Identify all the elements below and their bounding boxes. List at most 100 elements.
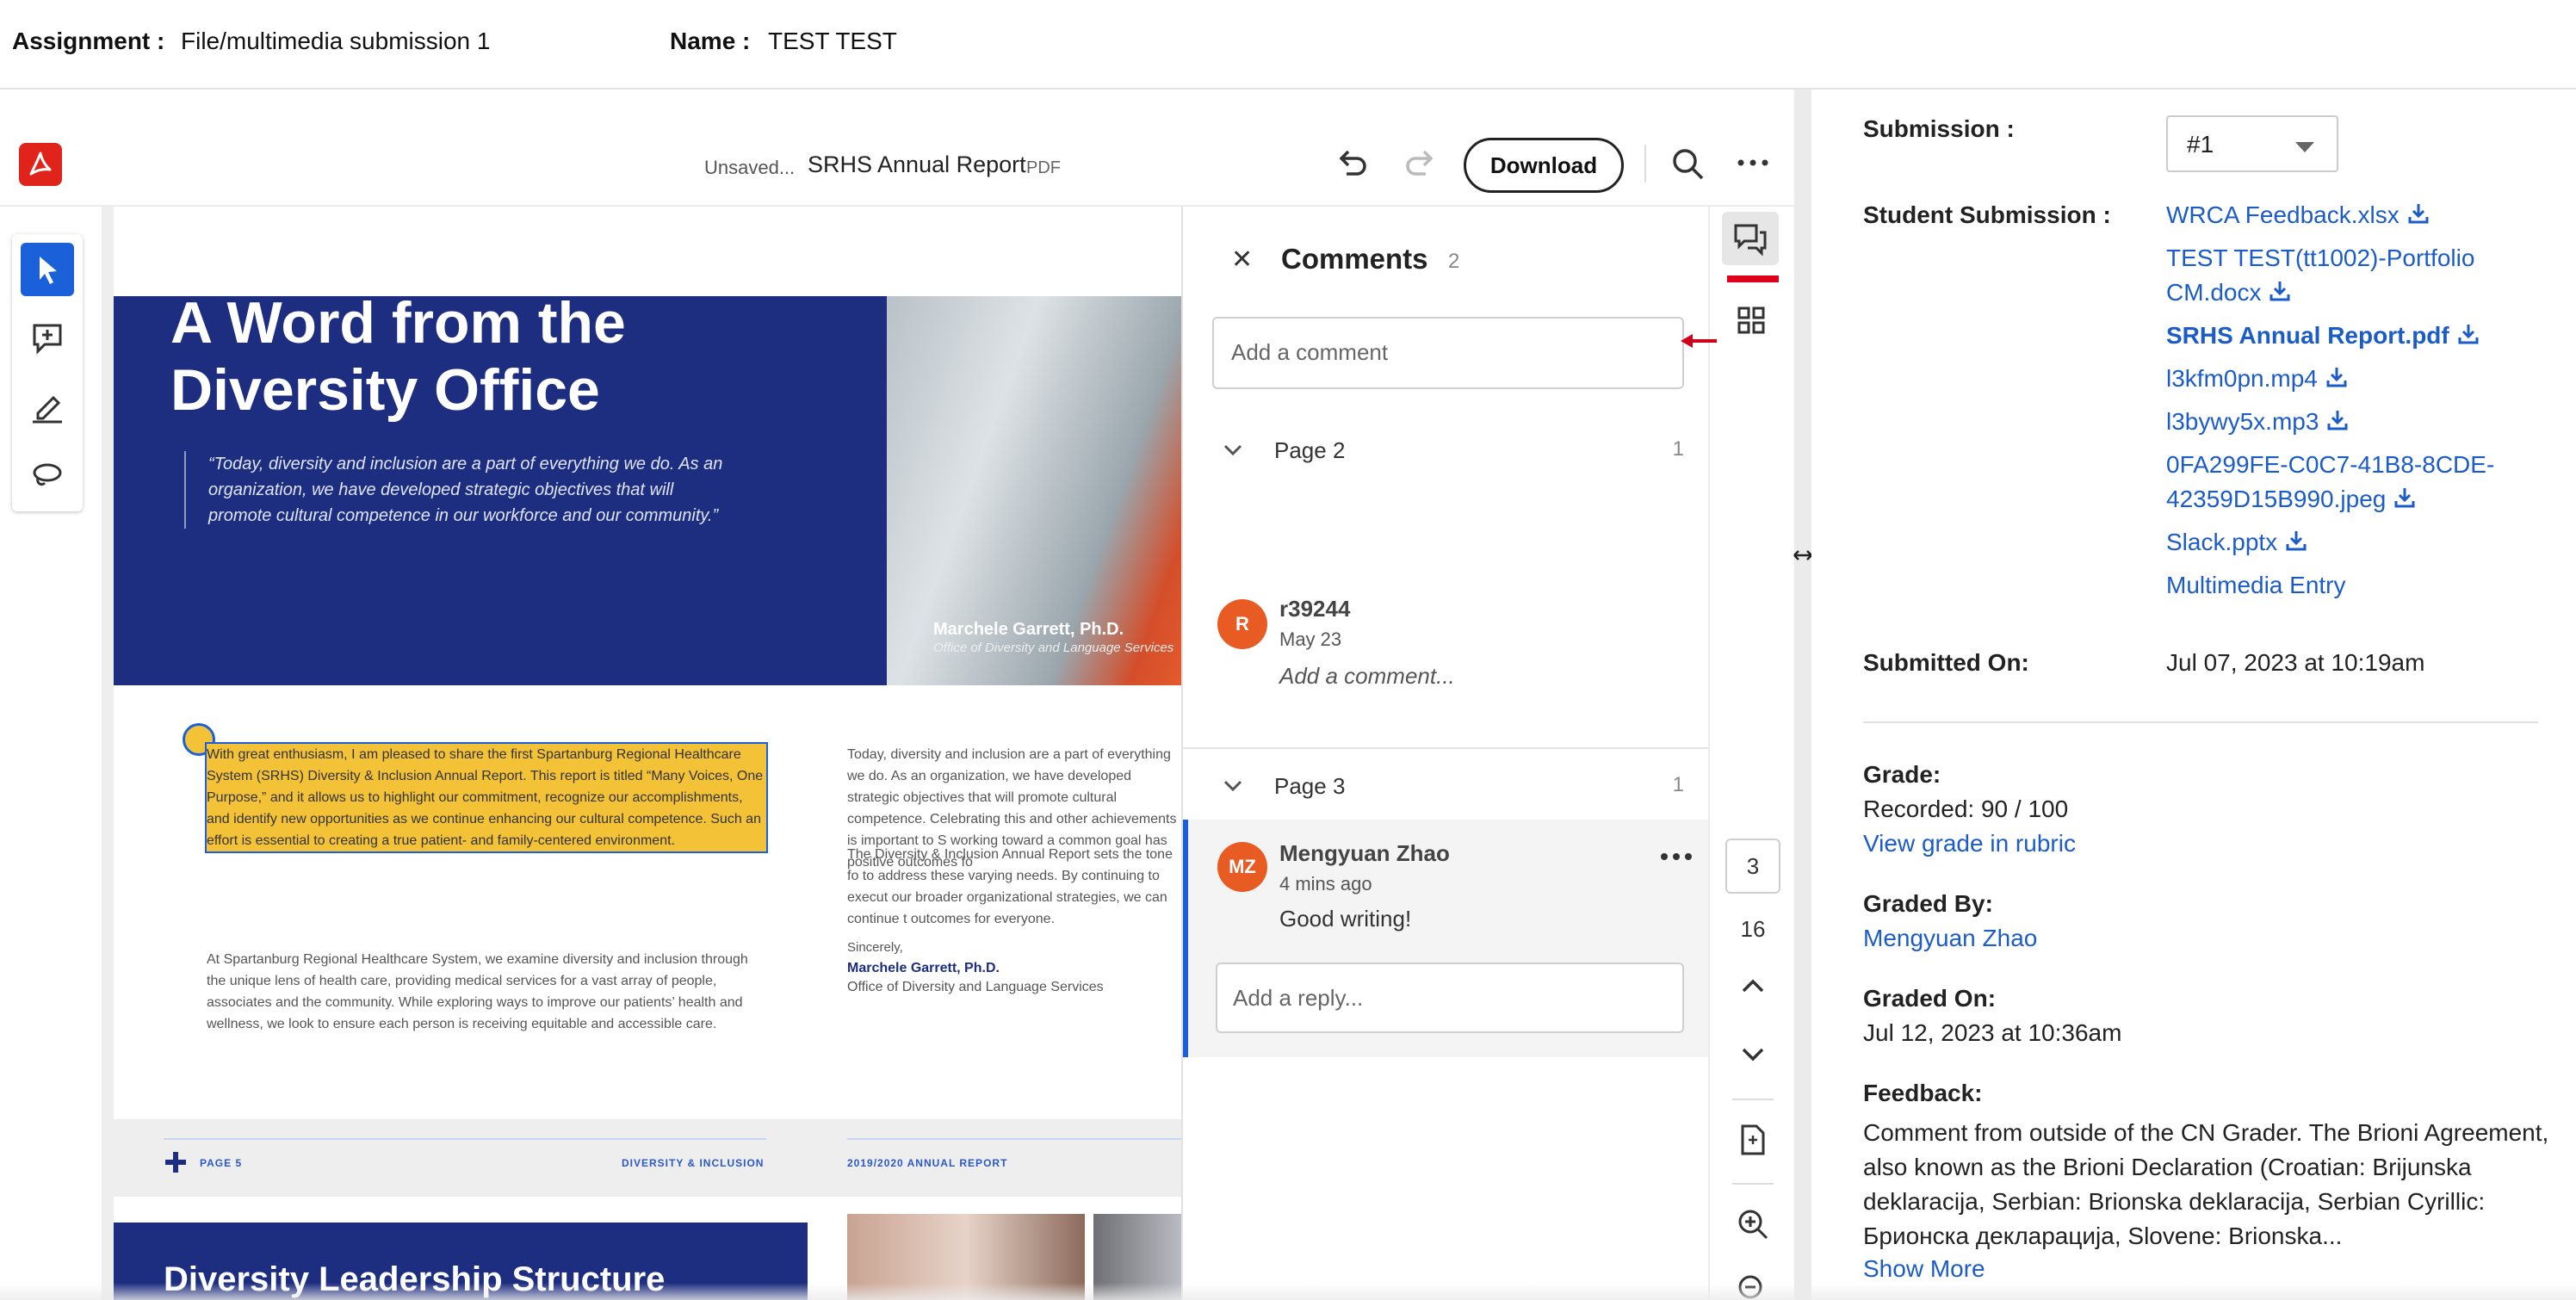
right-paragraph-2: The Diversity & Inclusion Annual Report … [847,847,1173,926]
comment-text: Good writing! [1279,906,1412,932]
comment-more-icon[interactable] [1660,851,1693,866]
download-icon[interactable] [2406,201,2430,232]
comments-title: Comments [1281,243,1428,275]
acrobat-icon [19,143,62,186]
left-paragraph: At Spartanburg Regional Healthcare Syste… [207,952,748,1031]
submission-select-value: #1 [2187,131,2214,158]
group-page-3-header[interactable]: Page 3 1 [1183,756,1710,816]
file-link-continued[interactable]: CM.docx [2166,279,2292,309]
submission-select[interactable]: #1 [2166,115,2338,172]
comment-author: Mengyuan Zhao [1279,840,1450,866]
multimedia-entry-link[interactable]: Multimedia Entry [2166,572,2346,599]
download-button[interactable]: Download [1464,138,1624,193]
download-icon[interactable] [2268,279,2292,309]
bottom-shadow [0,1283,2576,1300]
comment-reply-prompt[interactable]: Add a comment... [1279,663,1455,690]
pdf-viewer: Unsaved... SRHS Annual Report PDF Downlo… [0,90,1794,1300]
footer-rule-right [847,1138,1181,1140]
download-icon[interactable] [2284,529,2308,559]
avatar: R [1217,599,1267,649]
download-icon[interactable] [2325,408,2350,438]
logo-cross-icon [164,1150,188,1174]
file-link[interactable]: TEST TEST(tt1002)-Portfolio [2166,245,2474,272]
submitted-on-label: Submitted On: [1863,649,2029,676]
active-tab-indicator [1727,275,1779,282]
grader-link[interactable]: Mengyuan Zhao [1863,925,2037,952]
assignment-label: Assignment : [12,28,165,54]
grade-label: Grade: [1863,761,1941,788]
chevron-down-icon [1223,439,1243,463]
download-icon[interactable] [2456,322,2480,352]
redo-icon[interactable] [1402,145,1440,187]
document-title: SRHS Annual Report [808,152,1026,177]
file-link[interactable]: l3bywy5x.mp3 [2166,408,2350,438]
page-fit-icon[interactable] [1734,1121,1772,1163]
student-submission-label: Student Submission : [1863,201,2111,228]
arrow-left-icon [1679,332,1718,354]
toolbar-divider [1644,145,1646,183]
file-link[interactable]: WRCA Feedback.xlsx [2166,201,2430,232]
feedback-label: Feedback: [1863,1080,1983,1106]
add-comment-input[interactable]: Add a comment [1212,317,1684,389]
document-type: PDF [1026,158,1061,177]
close-comments-icon[interactable]: ✕ [1231,245,1253,275]
undo-icon[interactable] [1333,145,1371,187]
file-link[interactable]: Slack.pptx [2166,529,2308,559]
assignment-value: File/multimedia submission 1 [181,28,491,54]
search-icon[interactable] [1670,146,1706,187]
group-page-2-header[interactable]: Page 2 1 [1183,420,1710,480]
viewer-rail: 3 16 [1708,207,1794,1300]
submission-details-panel: Submission : #1 Student Submission : WRC… [1811,90,2576,1300]
rail-divider [1732,1183,1774,1185]
caret-down-icon [2295,142,2314,152]
sincerely: Sincerely, [847,940,903,955]
name-label: Name : [670,28,751,54]
divider [1863,721,2538,723]
comments-toggle-icon[interactable] [1722,212,1779,265]
grade-value: Recorded: 90 / 100 [1863,795,2069,822]
feedback-text: Comment from outside of the CN Grader. T… [1863,1119,2549,1249]
thumbnails-icon[interactable] [1732,301,1770,344]
add-comment-icon[interactable] [21,312,74,365]
file-link[interactable]: l3kfm0pn.mp4 [2166,365,2349,395]
chevron-down-icon[interactable] [1736,1042,1770,1072]
footer-page: PAGE 5 [200,1157,243,1169]
group-label: Page 2 [1274,437,1346,463]
highlighted-text[interactable]: With great enthusiasm, I am pleased to s… [205,742,768,853]
panel-resize-handle[interactable] [1793,90,1812,1300]
chevron-up-icon[interactable] [1736,973,1770,1003]
hero-title: A Word from the Diversity Office [170,290,626,423]
reply-input[interactable]: Add a reply... [1216,963,1684,1033]
document-canvas[interactable]: A Word from the Diversity Office “Today,… [102,207,1181,1300]
comment-time: May 23 [1279,628,1342,650]
comments-count: 2 [1448,250,1460,273]
comment-author: r39244 [1279,596,1351,622]
download-icon[interactable] [2325,365,2349,395]
file-link-continued[interactable]: 42359D15B990.jpeg [2166,486,2417,516]
comment-time: 4 mins ago [1279,873,1372,895]
save-status: Unsaved... [704,157,796,178]
zoom-in-icon[interactable] [1734,1205,1772,1247]
more-icon[interactable] [1736,150,1770,180]
graded-on-value: Jul 12, 2023 at 10:36am [1863,1019,2122,1046]
group-count: 1 [1672,773,1684,796]
chevron-down-icon [1223,775,1243,799]
download-icon[interactable] [2393,486,2417,516]
photo-caption-name: Marchele Garrett, Ph.D. [933,620,1124,639]
lasso-icon[interactable] [21,449,74,503]
file-link-current[interactable]: SRHS Annual Report.pdf [2166,322,2480,352]
current-page-input[interactable]: 3 [1725,839,1780,894]
group-label: Page 3 [1274,773,1346,799]
signature-office: Office of Diversity and Language Service… [847,980,1104,994]
view-rubric-link[interactable]: View grade in rubric [1863,830,2076,857]
submitted-on-value: Jul 07, 2023 at 10:19am [2166,649,2425,676]
assignment-header: Assignment : File/multimedia submission … [0,0,2576,90]
rail-divider [1732,1099,1774,1100]
file-link[interactable]: 0FA299FE-C0C7-41B8-8CDE- [2166,451,2494,479]
select-tool-icon[interactable] [21,243,74,296]
comments-panel: ✕ Comments 2 Add a comment Page 2 1 R r3… [1181,207,1710,1300]
footer-report: 2019/2020 ANNUAL REPORT [847,1157,1008,1169]
highlight-icon[interactable] [21,381,74,434]
footer-section: DIVERSITY & INCLUSION [622,1157,765,1169]
show-more-link[interactable]: Show More [1863,1255,1985,1283]
